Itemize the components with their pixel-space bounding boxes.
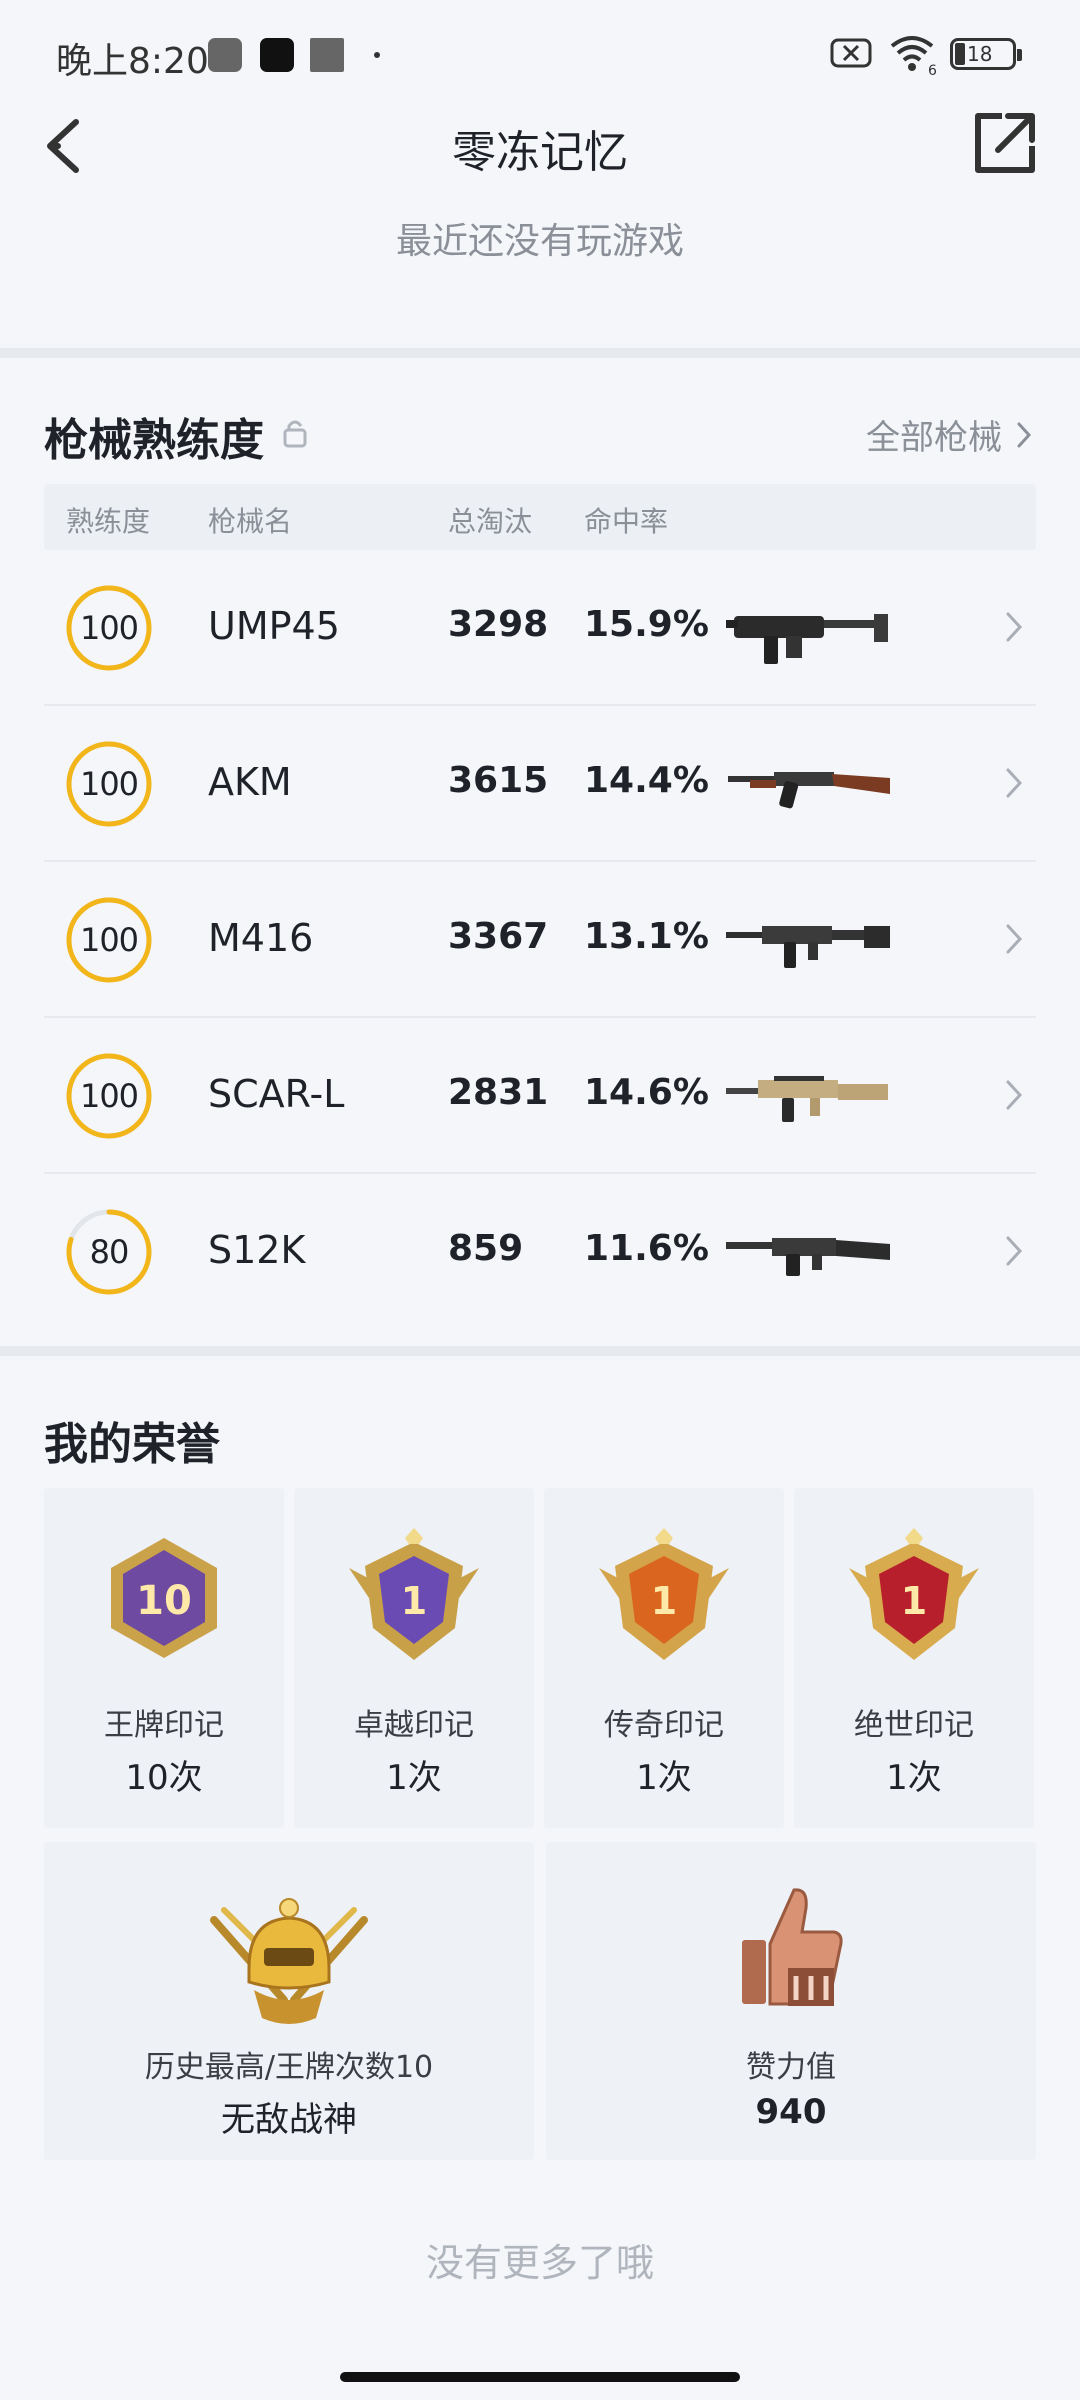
honor-mark-count: 10次	[125, 1758, 203, 1798]
honor-mark-label: 传奇印记	[604, 1708, 724, 1743]
weapon-name: S12K	[208, 1228, 306, 1272]
rifle-tan-icon	[726, 1076, 888, 1122]
weapon-accuracy: 14.4%	[584, 760, 709, 801]
weapon-row[interactable]: 100 SCAR-L 2831 14.6%	[44, 1018, 1036, 1174]
best-rank-value: 无敌战神	[221, 2100, 357, 2140]
recent-activity-text: 最近还没有玩游戏	[395, 221, 684, 262]
weapon-kills: 3298	[448, 604, 549, 645]
weapon-row[interactable]: 80 S12K 859 11.6%	[44, 1174, 1036, 1330]
thumbs-up-icon	[742, 1888, 843, 2006]
app-notification-icon	[310, 38, 344, 72]
weapon-name: M416	[208, 916, 314, 960]
wifi-icon: 6	[890, 36, 937, 76]
section-divider	[0, 1346, 1080, 1356]
weapon-kills: 2831	[448, 1072, 549, 1113]
smg-icon	[726, 614, 888, 664]
honor-mark-label: 绝世印记	[854, 1708, 974, 1743]
rifle-icon	[726, 926, 890, 968]
weapon-table-header: 熟练度 枪械名 总淘汰 命中率	[44, 484, 1036, 550]
weapon-row[interactable]: 100 AKM 3615 14.4%	[44, 706, 1036, 862]
status-time: 晚上8:20	[56, 41, 209, 82]
likes-label: 赞力值	[746, 2050, 836, 2085]
legend-mark-icon: 1	[599, 1528, 729, 1660]
honor-mark-count: 1次	[636, 1758, 692, 1798]
mark-badge-number: 10	[136, 1578, 192, 1624]
all-weapons-label: 全部枪械	[866, 418, 1002, 458]
honor-mark-card[interactable]: 1 卓越印记 1次	[294, 1488, 534, 1828]
weapon-kills: 3615	[448, 760, 549, 801]
battery-level: 18	[967, 42, 993, 66]
honor-mark-card[interactable]: 1 绝世印记 1次	[794, 1488, 1034, 1828]
page-title: 零冻记忆	[452, 127, 628, 178]
column-kills: 总淘汰	[448, 505, 533, 538]
chevron-right-icon	[1006, 924, 1023, 954]
weapon-row[interactable]: 100 M416 3367 13.1%	[44, 862, 1036, 1018]
no-more-content-text: 没有更多了哦	[425, 2241, 654, 2285]
mark-badge-number: 1	[401, 1579, 427, 1623]
honor-mark-count: 1次	[386, 1758, 442, 1798]
weapon-accuracy: 13.1%	[584, 916, 709, 957]
chevron-right-icon	[1006, 1080, 1023, 1110]
weapon-accuracy: 15.9%	[584, 604, 709, 645]
weapon-name: SCAR-L	[208, 1072, 345, 1116]
chevron-right-icon	[1017, 422, 1032, 447]
weapon-proficiency-title: 枪械熟练度	[44, 415, 264, 466]
proficiency-value: 100	[79, 765, 139, 803]
column-proficiency: 熟练度	[66, 505, 151, 538]
proficiency-value: 100	[79, 1077, 139, 1115]
weapon-row[interactable]: 100 UMP45 3298 15.9%	[44, 550, 1036, 706]
svg-text:6: 6	[928, 63, 937, 76]
shotgun-icon	[726, 1238, 890, 1276]
honor-mark-count: 1次	[886, 1758, 942, 1798]
weapon-accuracy: 11.6%	[584, 1228, 709, 1269]
more-notifications-icon	[374, 52, 380, 58]
ace-mark-icon: 10	[111, 1538, 217, 1658]
honor-mark-card[interactable]: 10 王牌印记 10次	[44, 1488, 284, 1828]
honor-mark-label: 王牌印记	[104, 1708, 224, 1743]
mark-badge-number: 1	[651, 1579, 677, 1623]
honor-mark-card[interactable]: 1 传奇印记 1次	[544, 1488, 784, 1828]
weapon-name: UMP45	[208, 604, 340, 648]
chevron-right-icon	[1006, 768, 1023, 798]
weapon-kills: 859	[448, 1228, 524, 1269]
proficiency-value: 80	[89, 1233, 130, 1271]
honors-title: 我的荣誉	[44, 1419, 220, 1470]
share-button[interactable]	[970, 108, 1040, 178]
likes-card[interactable]: 赞力值 940	[546, 1842, 1036, 2160]
chevron-right-icon	[1006, 1236, 1023, 1266]
app-notification-icon	[260, 38, 294, 72]
column-weapon-name: 枪械名	[208, 505, 293, 538]
app-notification-icon	[208, 38, 242, 72]
section-divider	[0, 348, 1080, 358]
weapon-kills: 3367	[448, 916, 549, 957]
sim-off-icon	[830, 38, 872, 68]
home-indicator[interactable]	[340, 2372, 740, 2382]
lock-icon[interactable]	[282, 418, 308, 448]
likes-value: 940	[755, 2092, 827, 2132]
weapon-name: AKM	[208, 760, 292, 804]
mark-badge-number: 1	[901, 1579, 927, 1623]
battery-icon: 18	[950, 38, 1022, 70]
column-accuracy: 命中率	[584, 505, 669, 538]
weapon-accuracy: 14.6%	[584, 1072, 709, 1113]
excellent-mark-icon: 1	[349, 1528, 479, 1660]
honor-mark-label: 卓越印记	[354, 1708, 474, 1743]
best-rank-card[interactable]: 历史最高/王牌次数10 无敌战神	[44, 1842, 534, 2160]
best-rank-label: 历史最高/王牌次数10	[144, 2050, 434, 2085]
status-bar: 晚上8:20 6 18	[0, 0, 1080, 110]
rifle-wood-icon	[728, 772, 890, 809]
proficiency-value: 100	[79, 921, 139, 959]
chevron-right-icon	[1006, 612, 1023, 642]
proficiency-value: 100	[79, 609, 139, 647]
all-weapons-link[interactable]: 全部枪械	[866, 410, 1032, 459]
peerless-mark-icon: 1	[849, 1528, 979, 1660]
conqueror-helmet-icon	[210, 1898, 368, 2024]
